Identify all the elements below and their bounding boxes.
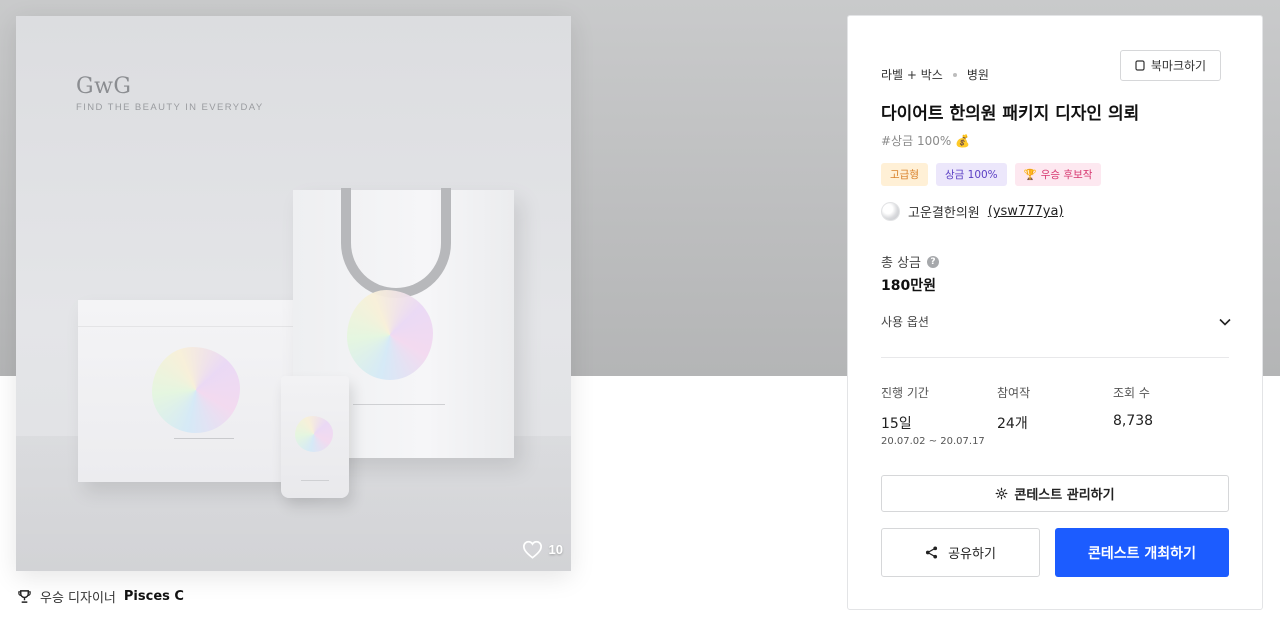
winner-name[interactable]: Pisces C [124,589,184,604]
bookmark-button[interactable]: 북마크하기 [1120,50,1221,81]
host-info[interactable]: 고운결한의원 (ysw777ya) [881,202,1063,221]
bag-handle [341,188,451,298]
box-print-line [174,438,234,442]
share-button[interactable]: 공유하기 [881,528,1040,577]
hashtag-text[interactable]: #상금 100% [881,132,951,149]
badge-prize-100: 상금 100% [935,163,1007,186]
total-prize-text: 총 상금 [881,256,922,271]
avatar [881,202,900,221]
bag-print-line [353,404,445,408]
badge-premium: 고급형 [881,163,928,186]
stat-views-value: 8,738 [1113,413,1154,429]
contest-hero-image[interactable]: GwG FIND THE BEAUTY IN EVERYDAY 10 [16,16,571,571]
breadcrumb-subcategory[interactable]: 병원 [967,66,989,83]
winner-label: 우승 디자이너 [40,591,116,606]
chevron-down-icon [1219,318,1231,326]
host-name: 고운결한의원 [908,206,980,221]
breadcrumb-separator [952,72,957,77]
bookmark-icon [1135,60,1145,71]
brand-logo: GwG [76,74,132,99]
stat-duration-value: 15일 [881,416,912,432]
manage-contest-button[interactable]: 콘테스트 관리하기 [881,475,1229,512]
contest-stats: 진행 기간 15일 20.07.02 ~ 20.07.17 참여작 24개 조회… [881,384,1231,447]
bookmark-label: 북마크하기 [1150,59,1207,73]
badge-winner-label: 우승 후보작 [1040,169,1093,181]
heart-outline-icon [522,540,542,559]
stat-entries: 참여작 24개 [997,384,1113,447]
brand-tagline: FIND THE BEAUTY IN EVERYDAY [76,102,264,113]
usage-options-toggle[interactable]: 사용 옵션 [881,313,1231,330]
badge-winner-candidate: 🏆 우승 후보작 [1014,163,1102,186]
contest-title: 다이어트 한의원 패키지 디자인 의뢰 [881,104,1140,124]
share-label: 공유하기 [948,547,996,562]
divider [881,357,1229,358]
winner-designer: 우승 디자이너 Pisces C [17,587,184,606]
holographic-circle [347,290,433,380]
help-icon[interactable]: ? [927,255,940,268]
total-prize-label: 총 상금 ? [881,252,940,271]
prize-hashtag: #상금 100% 💰 [881,132,970,149]
stat-entries-value: 24개 [997,416,1028,432]
usage-options-label: 사용 옵션 [881,315,929,329]
stat-views-label: 조회 수 [1113,386,1150,400]
contest-info-panel: 라벨 + 박스 병원 북마크하기 다이어트 한의원 패키지 디자인 의뢰 #상금… [847,15,1263,610]
share-icon [926,546,938,559]
breadcrumb-category[interactable]: 라벨 + 박스 [881,66,943,83]
breadcrumb: 라벨 + 박스 병원 [881,66,989,83]
total-prize-value: 180만원 [881,278,936,294]
stat-duration-label: 진행 기간 [881,386,929,400]
holographic-circle [152,347,240,433]
package-box-mockup [78,300,314,482]
holographic-circle [295,416,333,452]
pouch-print-line [301,480,329,482]
like-counter[interactable]: 10 [522,540,563,559]
host-contest-button[interactable]: 콘테스트 개최하기 [1055,528,1229,577]
gear-icon [996,487,1008,500]
like-count: 10 [548,542,563,557]
stat-entries-label: 참여작 [997,386,1031,400]
stat-duration-range: 20.07.02 ~ 20.07.17 [881,436,985,447]
manage-contest-label: 콘테스트 관리하기 [1014,488,1115,503]
stat-views: 조회 수 8,738 [1113,384,1229,447]
badge-list: 고급형 상금 100% 🏆 우승 후보작 [881,163,1102,186]
trophy-icon: 🏆 [1023,169,1037,181]
stat-duration: 진행 기간 15일 20.07.02 ~ 20.07.17 [881,384,997,447]
trophy-icon [18,590,31,603]
money-bag-icon: 💰 [955,133,971,148]
pouch-mockup [281,376,349,498]
host-user-id[interactable]: (ysw777ya) [988,204,1064,219]
